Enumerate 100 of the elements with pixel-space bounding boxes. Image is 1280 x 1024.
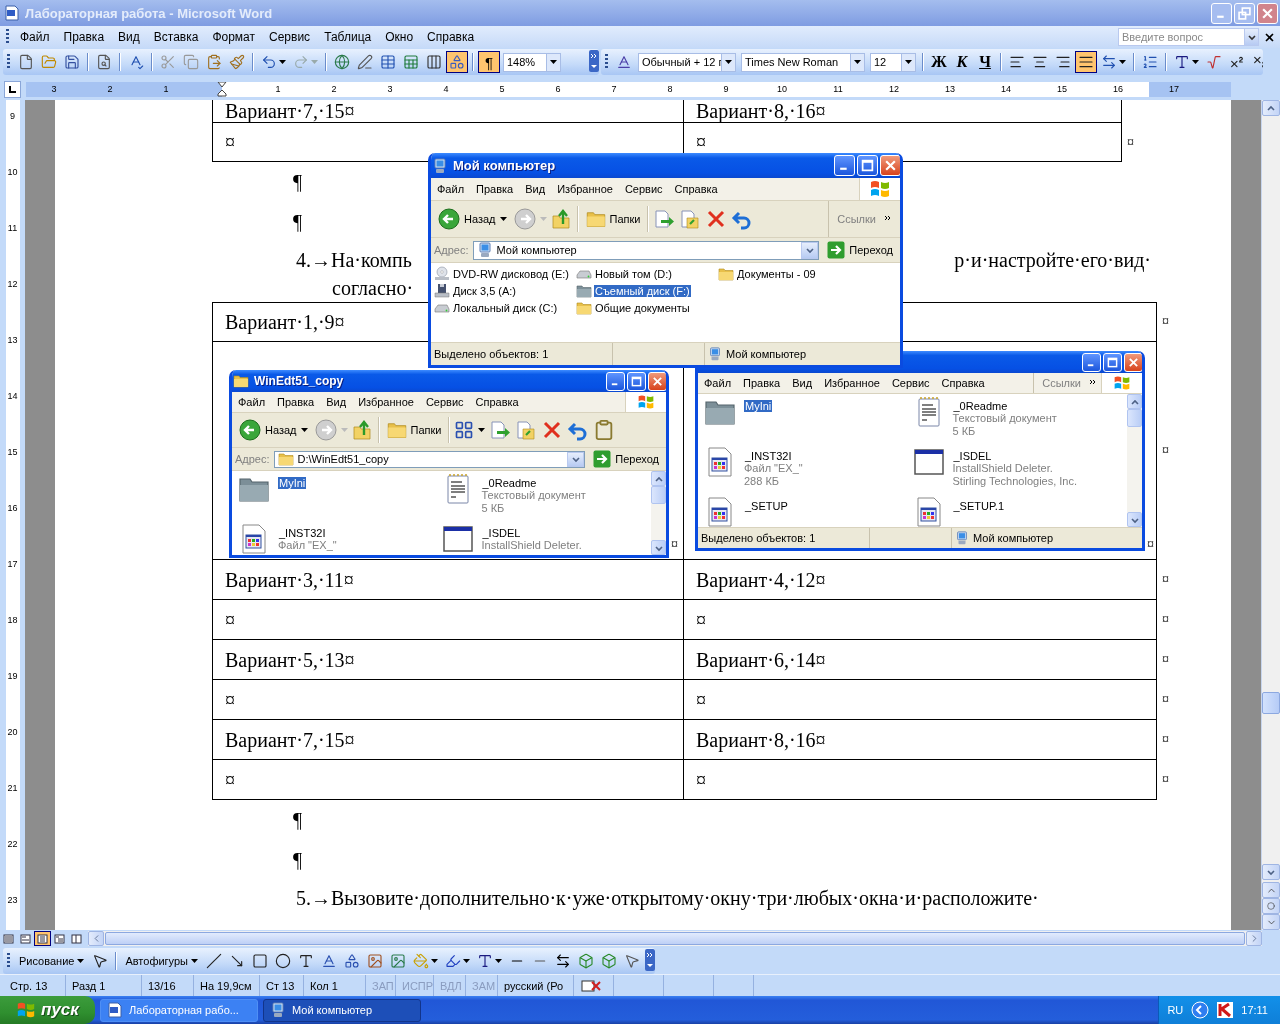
help-search-field[interactable]: Введите вопрос [1118, 28, 1259, 46]
address-field[interactable]: D:\WinEdt51_copy [273, 450, 586, 468]
item-name[interactable]: _0Readme [952, 400, 1009, 412]
caret-icon[interactable] [905, 60, 912, 64]
page-magnifier-icon[interactable] [96, 54, 112, 70]
caret-icon[interactable] [431, 958, 438, 963]
item-name[interactable]: Новый том (D:) [594, 267, 673, 280]
scroll-thumb[interactable] [1127, 409, 1142, 427]
line-color-icon[interactable] [445, 952, 461, 969]
spreadsheet-icon[interactable] [403, 54, 419, 70]
item-name[interactable]: Локальный диск (C:) [452, 301, 559, 314]
caret-icon[interactable] [279, 60, 286, 64]
zoom-field[interactable]: 148% [503, 52, 561, 72]
menu-item[interactable]: Справка [420, 28, 482, 46]
maximize-icon[interactable] [631, 375, 642, 387]
language-indicator[interactable]: RU [1167, 1004, 1184, 1016]
vertical-scrollbar[interactable] [1261, 100, 1280, 930]
menu-item[interactable]: Файл [698, 373, 738, 393]
minimize-button[interactable] [1082, 352, 1101, 372]
caret-icon[interactable] [854, 60, 861, 64]
item-name[interactable]: _ISDEL [952, 450, 993, 462]
spellcheck-icon[interactable] [128, 54, 144, 70]
vertical-scrollbar[interactable] [1127, 394, 1142, 527]
item-name[interactable]: Съемный диск (F:) [594, 284, 691, 297]
caret-icon[interactable] [550, 60, 557, 64]
back-button[interactable]: Назад [236, 416, 311, 444]
styles-icon[interactable] [616, 54, 632, 70]
line-icon[interactable] [206, 952, 222, 969]
folders-button[interactable]: Папки [582, 205, 644, 233]
tab-selector[interactable] [4, 80, 21, 98]
item-name[interactable]: _INST32I [278, 527, 327, 539]
caret-icon[interactable] [300, 428, 308, 432]
item-name[interactable]: Документы - 09 [736, 267, 817, 280]
item-name[interactable]: _SETUP [744, 500, 789, 512]
menu-item[interactable]: Избранное [352, 392, 420, 412]
menu-item[interactable]: Правка [56, 28, 112, 46]
caret-icon[interactable] [725, 60, 732, 64]
chevron-icon[interactable] [1089, 379, 1097, 387]
menu-item[interactable]: Вставка [146, 28, 206, 46]
font-size-field[interactable]: 12 [870, 52, 916, 72]
item-name[interactable]: _ISDEL [481, 527, 522, 539]
copy-to-icon[interactable] [679, 208, 702, 230]
underline-button[interactable]: Ч [974, 51, 996, 73]
wordart-icon[interactable] [321, 952, 337, 969]
scroll-thumb[interactable] [651, 486, 666, 504]
line-spacing-icon[interactable] [1101, 54, 1117, 70]
menu-item[interactable]: Вид [786, 373, 819, 393]
columns-icon[interactable] [426, 54, 442, 70]
caret-icon[interactable] [1192, 60, 1199, 64]
menu-item[interactable]: Справка [469, 392, 525, 412]
tab-stop-icon[interactable] [8, 84, 17, 94]
font-color-icon[interactable] [477, 952, 493, 969]
dropdown-button[interactable] [801, 241, 819, 259]
browse-object-icon[interactable] [1267, 902, 1275, 910]
oval-icon[interactable] [275, 952, 291, 969]
scroll-thumb[interactable] [105, 932, 1245, 945]
menu-item[interactable]: Таблица [317, 28, 379, 46]
equation-icon[interactable] [1206, 54, 1222, 70]
menu-item[interactable]: Избранное [818, 373, 886, 393]
bold-button[interactable]: Ж [928, 51, 950, 73]
menu-item[interactable]: Правка [271, 392, 321, 412]
dropdown-button[interactable] [567, 451, 585, 467]
menu-item[interactable]: Справка [668, 178, 724, 200]
toolbar-options-icon[interactable] [645, 948, 655, 971]
menu-item[interactable]: Вид [519, 178, 552, 200]
font-color-icon[interactable] [1174, 54, 1190, 70]
show-hidden-icons-icon[interactable] [1191, 1001, 1210, 1019]
address-field[interactable]: Мой компьютер [472, 240, 820, 260]
horizontal-scrollbar[interactable] [88, 931, 1262, 946]
fill-color-icon[interactable] [413, 952, 429, 969]
item-name[interactable]: MyIni [744, 400, 773, 412]
close-button[interactable] [1124, 352, 1142, 372]
links-label[interactable]: Ссылки [1042, 377, 1081, 389]
copy-to-icon[interactable] [515, 419, 538, 441]
menu-item[interactable]: Формат [205, 28, 263, 46]
back-button[interactable]: Назад [435, 205, 510, 233]
align-center-icon[interactable] [1032, 54, 1048, 70]
scroll-thumb[interactable] [1262, 692, 1280, 714]
superscript-icon[interactable] [1229, 54, 1245, 70]
menu-item[interactable]: Справка [935, 373, 991, 393]
menu-item[interactable]: Сервис [618, 178, 669, 200]
page-icon[interactable] [18, 54, 34, 70]
menu-item[interactable]: Избранное [551, 178, 619, 200]
maximize-icon[interactable] [1107, 356, 1118, 368]
menu-item[interactable]: Правка [470, 178, 520, 200]
arrow-style-icon[interactable] [555, 952, 571, 969]
brush-icon[interactable] [229, 54, 245, 70]
vertical-scrollbar[interactable] [651, 471, 666, 555]
move-to-icon[interactable] [653, 208, 676, 230]
drawing-menu-button[interactable]: Рисование [15, 949, 89, 972]
item-name[interactable]: _INST32I [744, 450, 793, 462]
item-name[interactable]: MyIni [278, 477, 307, 489]
indent-marker-icon[interactable] [217, 81, 227, 97]
taskbar-button[interactable]: Лабораторная рабо... [100, 998, 258, 1022]
folder-up-icon[interactable] [550, 208, 573, 230]
autoshapes-button[interactable]: Автофигуры [121, 949, 202, 972]
menu-item[interactable]: Файл [13, 28, 57, 46]
go-button[interactable]: Переход [823, 241, 897, 259]
select-objects-icon[interactable] [624, 952, 640, 969]
close-button[interactable] [648, 371, 666, 391]
